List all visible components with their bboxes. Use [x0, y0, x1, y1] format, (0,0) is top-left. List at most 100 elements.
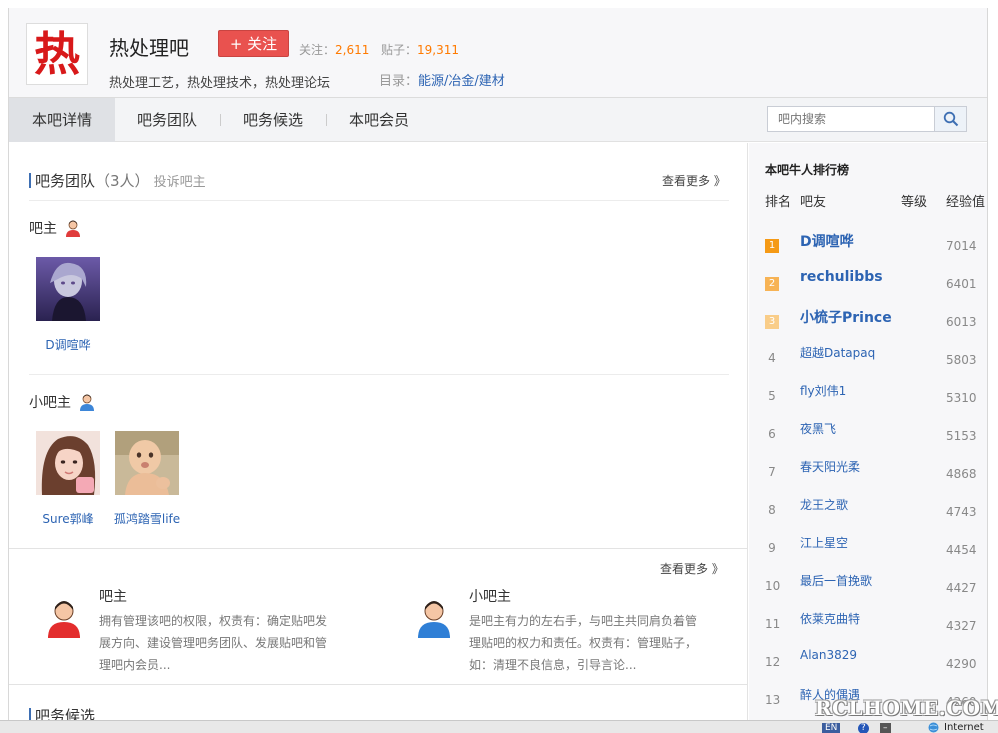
col-user: 吧友 [800, 195, 827, 210]
rank-user-name[interactable]: 夜黑飞 [800, 420, 836, 437]
divider [29, 374, 729, 375]
tab-admin-team[interactable]: 吧务团队 [115, 98, 219, 142]
rank-user-name[interactable]: Alan3829 [800, 648, 857, 662]
follow-count: 2,611 [335, 43, 370, 57]
catalog-label: 目录： [379, 74, 419, 89]
leaderboard-row: 11 依莱克曲特 4327 [749, 603, 987, 641]
rank-user-name[interactable]: fly刘伟1 [800, 382, 846, 399]
leaderboard-sidebar: 本吧牛人排行榜 排名 吧友 等级 经验值 1 D调喧哗 7014 2 rechulibb… [749, 143, 987, 720]
owner-role-icon [48, 601, 80, 638]
rank-exp-value: 4427 [946, 581, 977, 595]
rank-exp-value: 5153 [946, 429, 977, 443]
tab-admin-candidates[interactable]: 吧务候选 [221, 98, 325, 142]
leaderboard-row: 2 rechulibbs 6401 [749, 261, 987, 299]
rank-user-name[interactable]: 江上星空 [800, 534, 848, 551]
team-heading: 吧务团队（3人） 投诉吧主 [29, 170, 206, 191]
rank-exp-value: 5310 [946, 391, 977, 405]
rank-exp-value: 5803 [946, 353, 977, 367]
page-frame: 热 热处理吧 + 关注 关注：2,611 贴子：19,311 热处理工艺，热处理… [8, 8, 988, 720]
rank-exp-value: 4454 [946, 543, 977, 557]
rank-exp-value: 4743 [946, 505, 977, 519]
leaderboard-row: 3 小梳子Prince 6013 [749, 299, 987, 337]
search-input[interactable] [768, 107, 934, 131]
rank-user-name[interactable]: 春天阳光柔 [800, 458, 860, 475]
assistant-name[interactable]: 孤鸿踏雪life [108, 510, 186, 527]
owner-role-desc: 拥有管理该吧的权限，权责有：确定贴吧发展方向、建设管理吧务团队、发展贴吧和管理吧… [99, 614, 328, 672]
assistant-avatar[interactable] [36, 431, 100, 495]
leaderboard-row: 4 超越Datapaq 5803 [749, 337, 987, 375]
rank-number: 11 [765, 617, 781, 631]
minimize-icon[interactable]: – [880, 723, 891, 733]
browser-status-bar: EN ? – Internet [0, 720, 998, 733]
owner-avatar[interactable] [36, 257, 100, 321]
rank-exp-value: 4327 [946, 619, 977, 633]
heading-bar [29, 173, 31, 188]
leaderboard-title: 本吧牛人排行榜 [765, 163, 850, 177]
post-stat-label: 贴子： [381, 43, 418, 57]
rank-exp-value: 6401 [946, 277, 977, 291]
section-divider [9, 548, 748, 549]
follow-stat-label: 关注： [299, 43, 336, 57]
rank-number: 4 [768, 351, 776, 365]
assistant-avatar[interactable] [115, 431, 179, 495]
forum-title[interactable]: 热处理吧 [109, 32, 189, 61]
rank-user-name[interactable]: rechulibbs [800, 269, 883, 285]
team-count: （3人） [95, 172, 150, 190]
watermark: RCLHOME.COM [815, 696, 998, 720]
rank-user-name[interactable]: 龙王之歌 [800, 496, 848, 513]
rank-badge: 1 [765, 239, 779, 253]
col-rank: 排名 [765, 195, 792, 210]
lang-indicator[interactable]: EN [822, 723, 841, 733]
owner-label: 吧主 [29, 218, 81, 238]
rank-number: 12 [765, 655, 781, 669]
search-icon [943, 111, 958, 127]
rank-user-name[interactable]: 最后一首挽歌 [800, 572, 872, 589]
rank-number: 10 [765, 579, 781, 593]
forum-search [767, 106, 967, 132]
team-more-link[interactable]: 查看更多 》 [662, 172, 726, 189]
owner-member[interactable]: D调喧哗 [29, 257, 107, 353]
rank-exp-value: 7014 [946, 239, 977, 253]
security-zone: Internet [944, 722, 984, 733]
rank-number: 8 [768, 503, 776, 517]
rank-exp-value: 4290 [946, 657, 977, 671]
main-content: 吧务团队（3人） 投诉吧主 查看更多 》 吧主 D调喧哗 小吧主 Sure郭峰 … [9, 143, 748, 720]
tab-members[interactable]: 本吧会员 [327, 98, 431, 142]
rank-user-name[interactable]: D调喧哗 [800, 231, 854, 251]
roles-more-link[interactable]: 查看更多 》 [660, 560, 724, 577]
catalog-link[interactable]: 能源/冶金/建材 [418, 74, 505, 89]
owner-name[interactable]: D调喧哗 [29, 336, 107, 353]
search-button[interactable] [934, 107, 966, 131]
rank-number: 13 [765, 693, 781, 707]
complain-link[interactable]: 投诉吧主 [154, 175, 206, 190]
follow-stat: 关注：2,611 [299, 41, 369, 58]
leaderboard-row: 12 Alan3829 4290 [749, 641, 987, 679]
assistant-member[interactable]: 孤鸿踏雪life [108, 431, 186, 527]
help-icon[interactable]: ? [858, 723, 869, 733]
assistant-label-text: 小吧主 [29, 395, 71, 411]
forum-logo-glyph: 热 [34, 27, 80, 81]
owner-role-icon [66, 220, 80, 237]
tab-forum-details[interactable]: 本吧详情 [9, 98, 115, 142]
rank-user-name[interactable]: 依莱克曲特 [800, 610, 860, 627]
rank-exp-value: 4868 [946, 467, 977, 481]
rank-user-name[interactable]: 小梳子Prince [800, 307, 892, 327]
owner-role-title: 吧主 [99, 589, 127, 605]
rank-user-name[interactable]: 超越Datapaq [800, 344, 875, 361]
rank-number: 9 [768, 541, 776, 555]
assistant-role-icon [418, 601, 450, 638]
assistant-role-icon [80, 394, 94, 411]
divider [29, 200, 729, 201]
owner-label-text: 吧主 [29, 221, 57, 237]
assistant-member[interactable]: Sure郭峰 [29, 431, 107, 527]
post-stat: 贴子：19,311 [381, 41, 459, 58]
forum-logo[interactable]: 热 [26, 23, 88, 85]
follow-button[interactable]: + 关注 [218, 30, 289, 57]
heading-bar [29, 708, 31, 720]
forum-subtitle: 热处理工艺，热处理技术，热处理论坛 [109, 76, 331, 91]
forum-nav: 本吧详情 吧务团队 吧务候选 本吧会员 [9, 98, 987, 142]
leaderboard-row: 10 最后一首挽歌 4427 [749, 565, 987, 603]
leaderboard-row: 6 夜黑飞 5153 [749, 413, 987, 451]
assistant-name[interactable]: Sure郭峰 [29, 510, 107, 527]
rank-number: 5 [768, 389, 776, 403]
